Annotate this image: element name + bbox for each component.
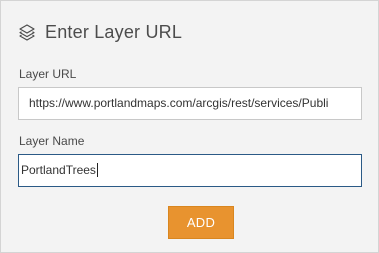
layer-url-input[interactable]: https://www.portlandmaps.com/arcgis/rest… <box>18 87 362 120</box>
layer-name-input[interactable]: PortlandTrees <box>18 154 362 187</box>
add-layer-panel: Enter Layer URL Layer URL https://www.po… <box>0 0 379 253</box>
layer-name-label: Layer Name <box>19 134 85 148</box>
layer-url-value: https://www.portlandmaps.com/arcgis/rest… <box>29 96 329 110</box>
add-button[interactable]: ADD <box>168 206 234 239</box>
layer-name-value: PortlandTrees <box>21 163 96 177</box>
panel-title: Enter Layer URL <box>45 21 183 42</box>
layers-icon <box>18 23 36 41</box>
panel-header: Enter Layer URL <box>18 19 182 45</box>
text-caret <box>96 162 98 177</box>
layer-url-label: Layer URL <box>19 67 77 81</box>
